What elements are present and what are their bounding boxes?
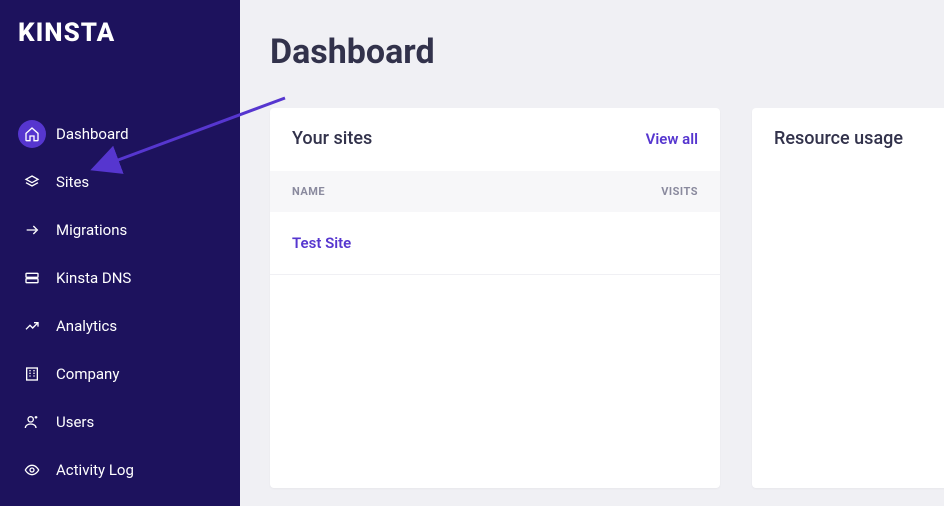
sidebar-nav: Dashboard Sites Migrations Kinsta DNS An <box>0 110 240 506</box>
sidebar-item-label: Sites <box>56 173 89 191</box>
sidebar-item-label: Migrations <box>56 221 127 239</box>
sidebar-item-label: Activity Log <box>56 461 134 479</box>
table-row[interactable]: Test Site <box>270 212 720 275</box>
brand-logo: KINSTA <box>0 18 240 48</box>
arrow-icon <box>18 216 46 244</box>
users-icon <box>18 408 46 436</box>
resource-usage-title: Resource usage <box>774 128 903 149</box>
layers-icon <box>18 168 46 196</box>
dns-icon <box>18 264 46 292</box>
page-title: Dashboard <box>270 32 944 72</box>
your-sites-title: Your sites <box>292 128 372 149</box>
dashboard-cards: Your sites View all NAME VISITS Test Sit… <box>270 108 944 488</box>
sidebar-item-migrations[interactable]: Migrations <box>0 206 240 254</box>
sidebar-item-label: Company <box>56 365 119 383</box>
sidebar-item-sites[interactable]: Sites <box>0 158 240 206</box>
col-name: NAME <box>292 185 325 198</box>
resource-usage-card: Resource usage <box>752 108 944 488</box>
sidebar-item-activity-log[interactable]: Activity Log <box>0 446 240 494</box>
view-all-link[interactable]: View all <box>646 130 698 148</box>
sidebar-item-company[interactable]: Company <box>0 350 240 398</box>
sidebar-item-label: Kinsta DNS <box>56 269 131 287</box>
sidebar-item-dns[interactable]: Kinsta DNS <box>0 254 240 302</box>
sidebar-item-label: Users <box>56 413 94 431</box>
building-icon <box>18 360 46 388</box>
your-sites-card: Your sites View all NAME VISITS Test Sit… <box>270 108 720 488</box>
sidebar-item-knowledge-base[interactable]: Knowledge Base <box>0 494 240 506</box>
site-link[interactable]: Test Site <box>292 234 351 252</box>
main-content: Dashboard Your sites View all NAME VISIT… <box>240 0 944 506</box>
sidebar-item-label: Analytics <box>56 317 117 335</box>
eye-icon <box>18 456 46 484</box>
sidebar-item-analytics[interactable]: Analytics <box>0 302 240 350</box>
sidebar-item-dashboard[interactable]: Dashboard <box>0 110 240 158</box>
sidebar: KINSTA Dashboard Sites Migrations Kinsta… <box>0 0 240 506</box>
sidebar-item-users[interactable]: Users <box>0 398 240 446</box>
home-icon <box>18 120 46 148</box>
sidebar-item-label: Dashboard <box>56 125 129 143</box>
col-visits: VISITS <box>661 185 698 198</box>
chart-icon <box>18 312 46 340</box>
sites-table-header: NAME VISITS <box>270 171 720 212</box>
